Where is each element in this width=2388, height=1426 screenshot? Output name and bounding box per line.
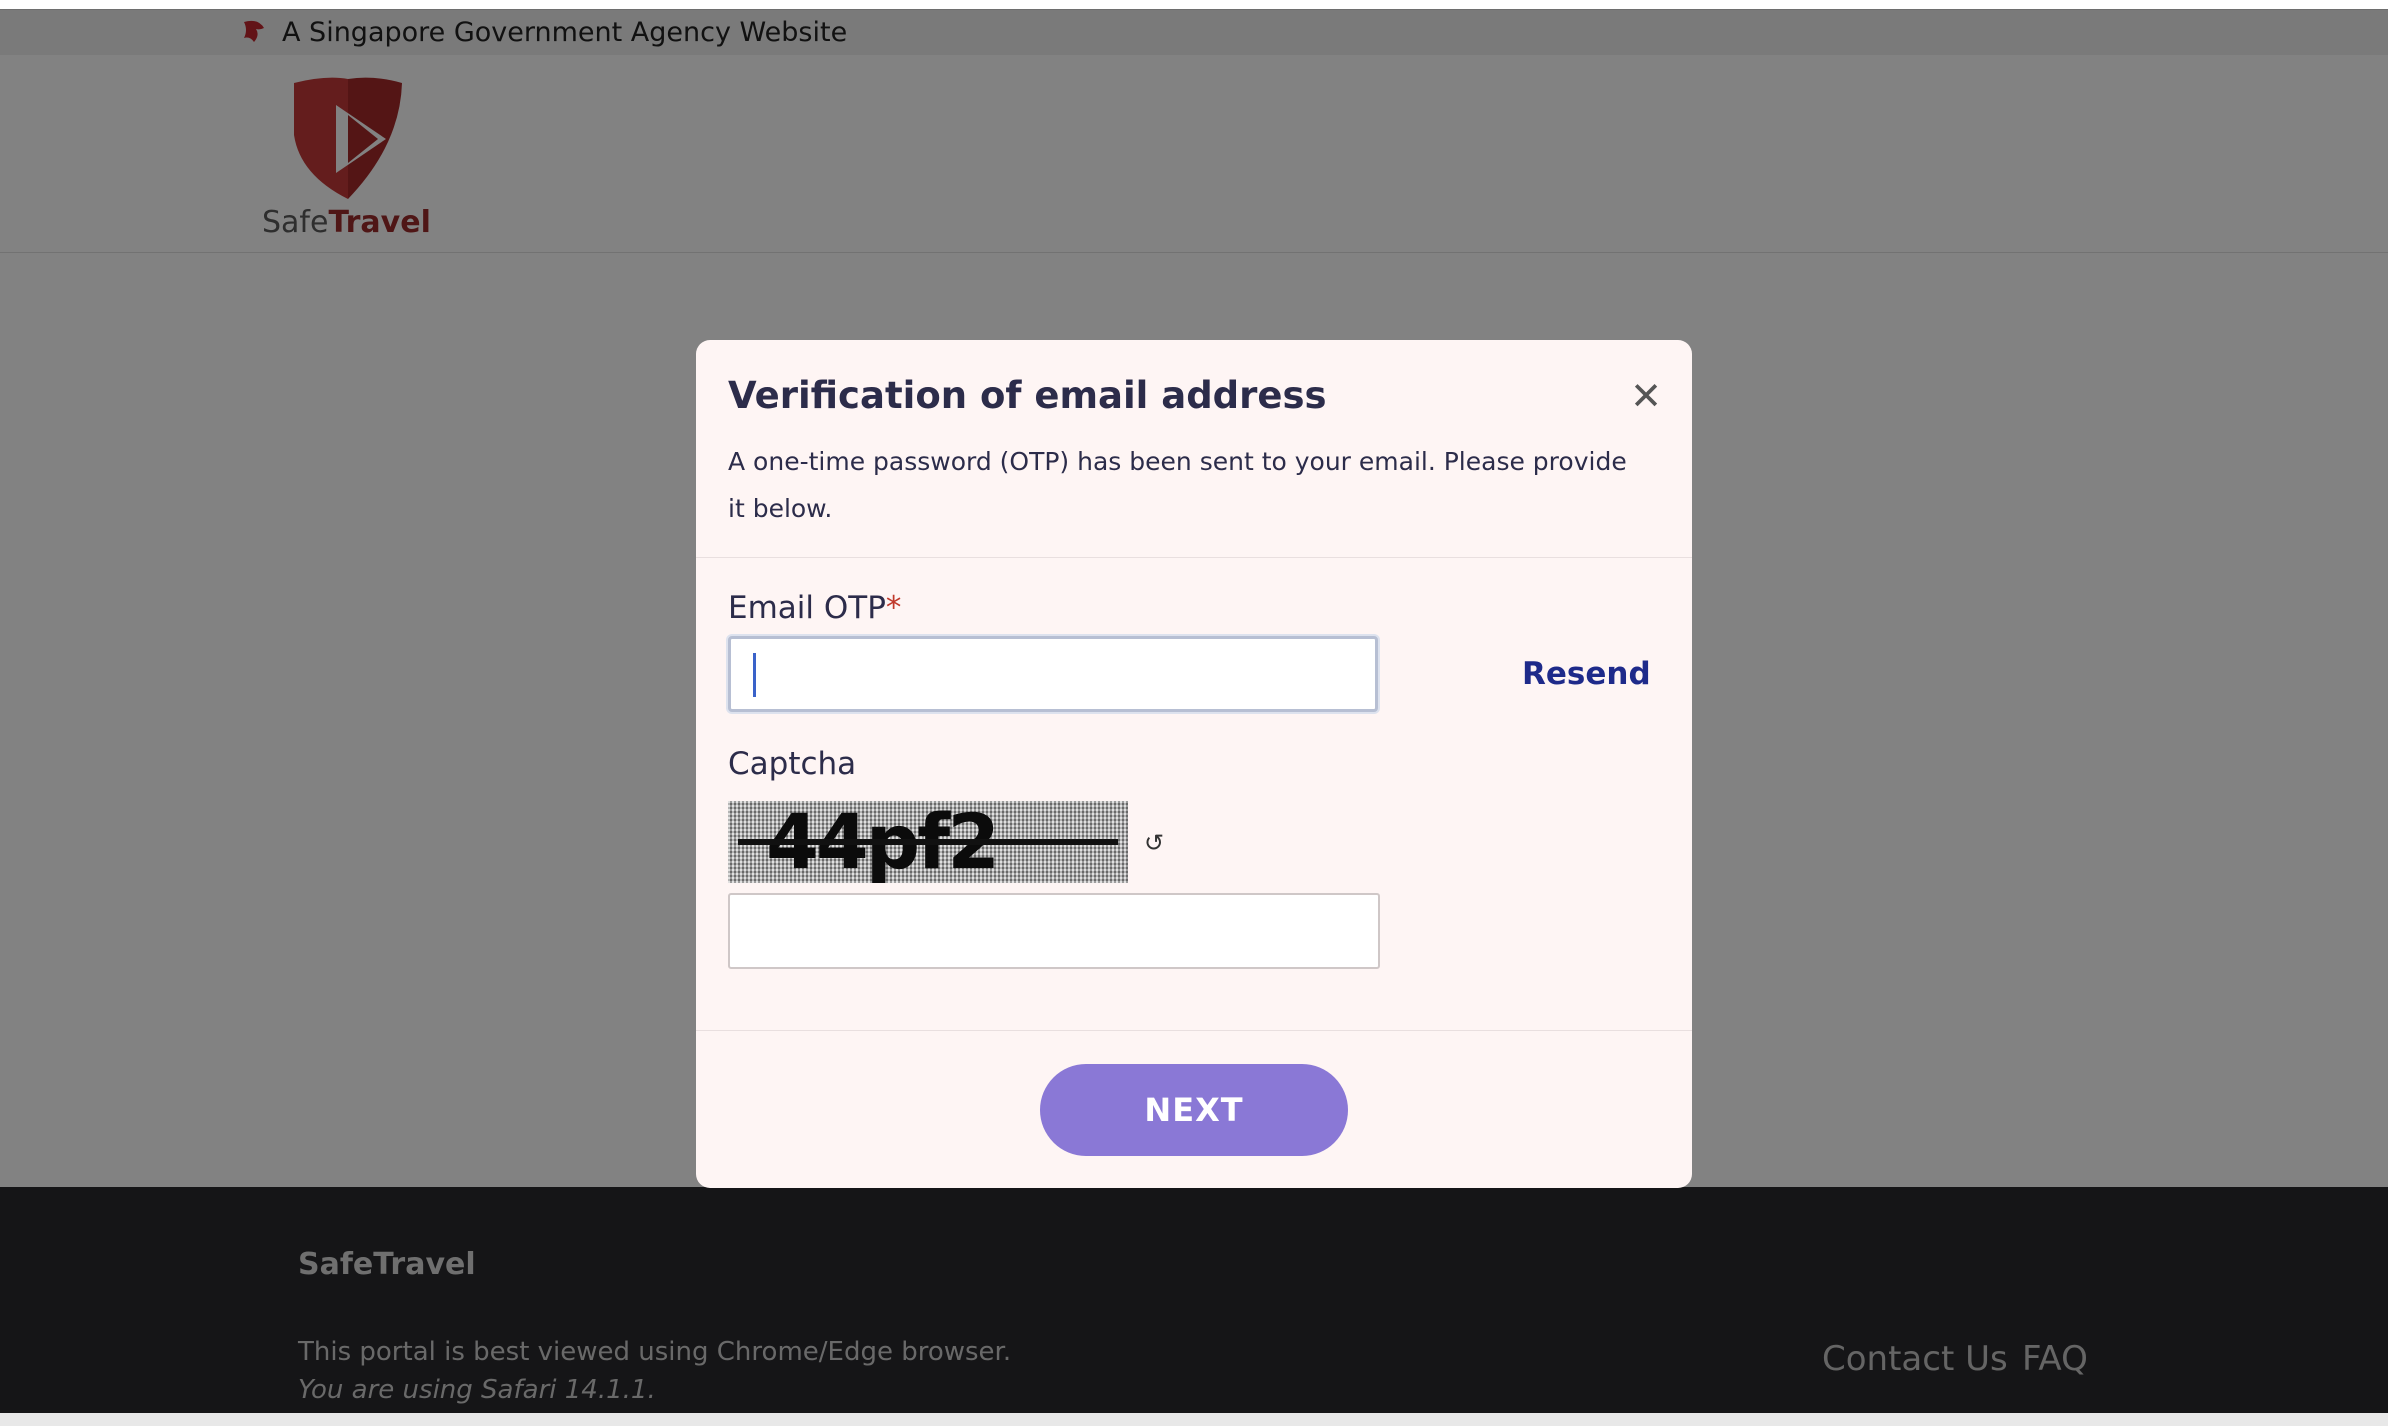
captcha-image: 44pf2 [728, 801, 1128, 883]
dialog-divider [696, 557, 1692, 558]
window-bottom-strip [0, 1413, 2388, 1426]
dialog-footer-divider [696, 1030, 1692, 1031]
email-otp-input[interactable] [728, 636, 1378, 712]
otp-verification-dialog: Verification of email address ✕ A one-ti… [696, 340, 1692, 1188]
refresh-icon[interactable]: ↺ [1144, 829, 1164, 857]
dialog-title: Verification of email address [728, 374, 1327, 417]
resend-otp-link[interactable]: Resend [1522, 656, 1651, 692]
next-button[interactable]: NEXT [1040, 1064, 1348, 1156]
required-marker: * [885, 590, 902, 626]
captcha-input[interactable] [728, 893, 1380, 969]
dialog-description: A one-time password (OTP) has been sent … [728, 447, 1627, 523]
close-icon[interactable]: ✕ [1626, 376, 1666, 416]
email-otp-label: Email OTP* [728, 590, 902, 626]
text-caret [753, 653, 756, 697]
captcha-label: Captcha [728, 746, 857, 782]
